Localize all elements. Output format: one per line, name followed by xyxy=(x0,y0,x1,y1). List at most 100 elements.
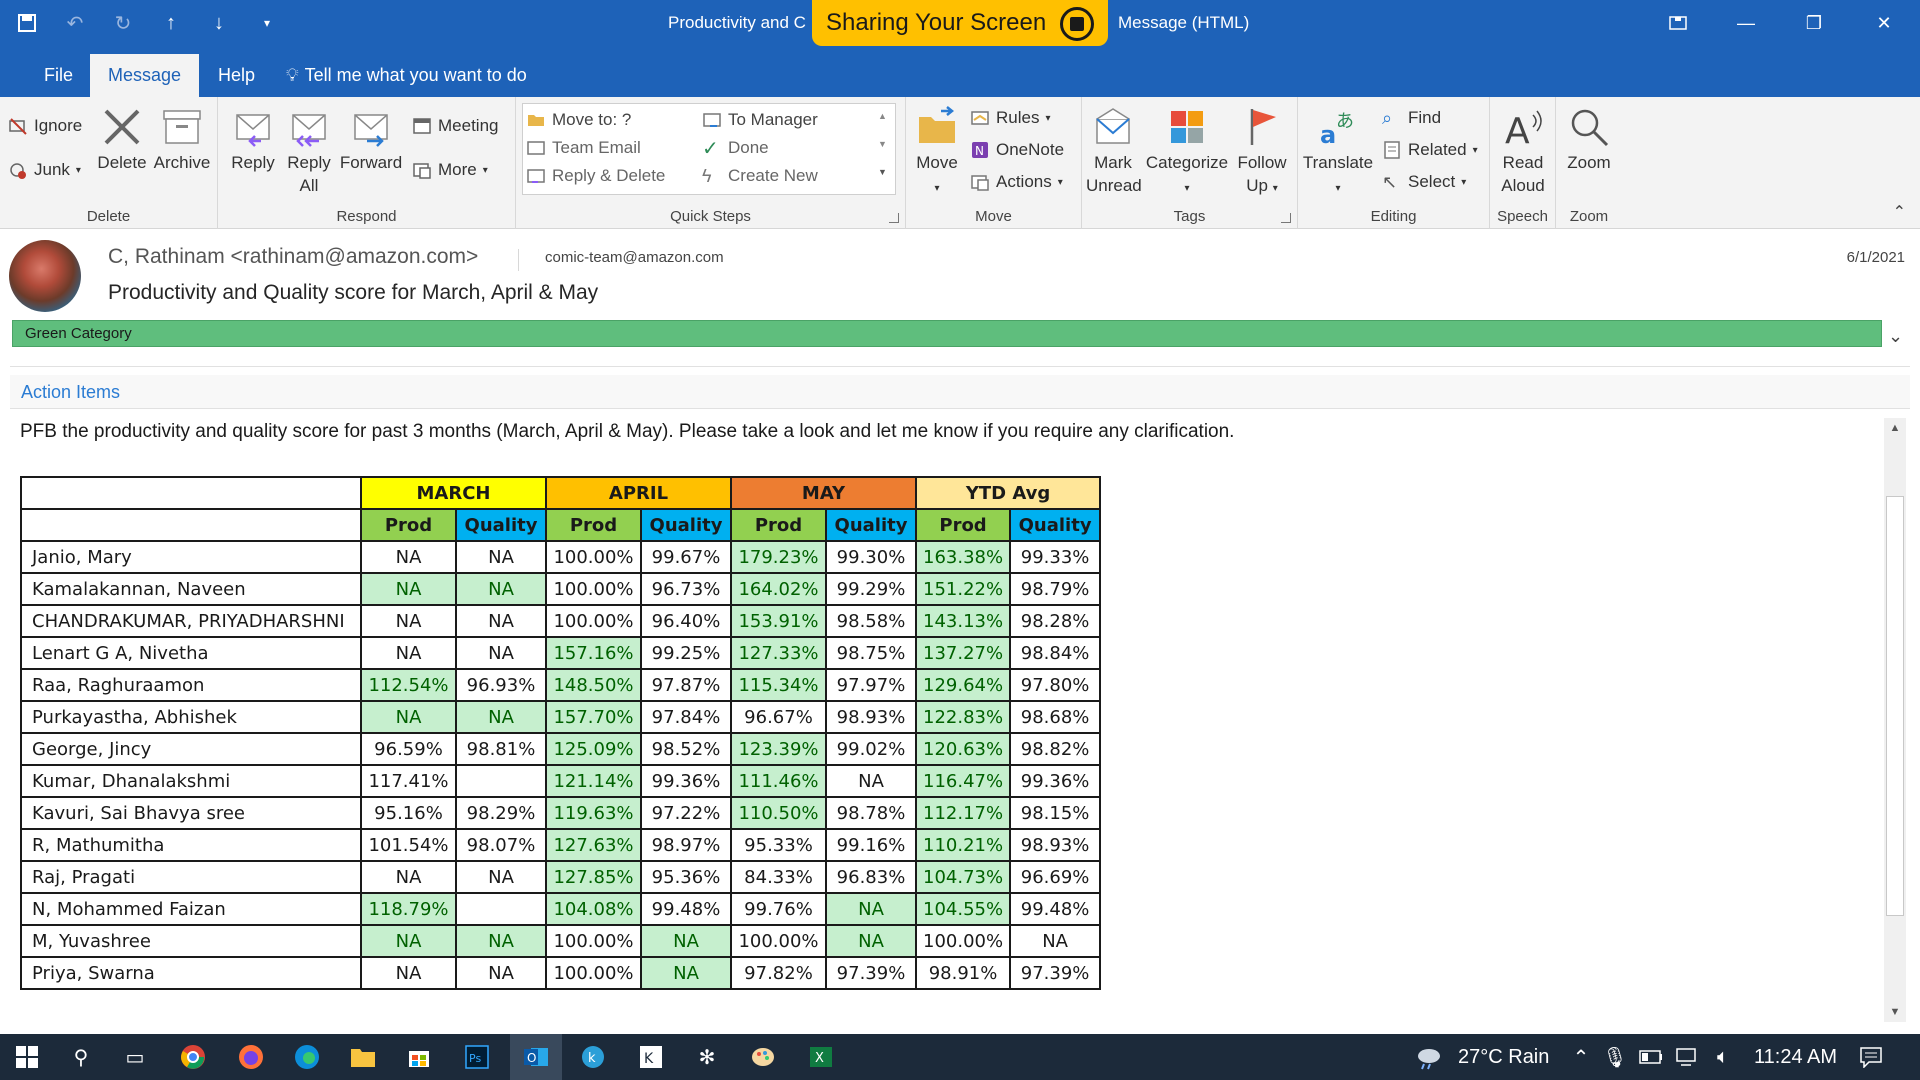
read-aloud-button[interactable]: A Read Aloud xyxy=(1494,105,1552,197)
related-button[interactable]: Related ▾ xyxy=(1382,137,1478,163)
quality-score-cell: NA xyxy=(640,956,732,990)
scroll-up-icon[interactable]: ▲ xyxy=(1884,418,1906,438)
category-bar[interactable]: Green Category xyxy=(12,320,1882,347)
outlook-icon[interactable]: O xyxy=(521,1042,551,1072)
quick-steps-scroll-down-icon[interactable]: ▼ xyxy=(878,139,887,149)
expand-header-icon[interactable]: ⌄ xyxy=(1888,326,1903,347)
mark-unread-button[interactable]: Mark Unread xyxy=(1086,105,1142,197)
prod-score-cell: 112.17% xyxy=(914,796,1012,830)
kdenlive-icon[interactable]: K xyxy=(636,1042,666,1072)
find-button[interactable]: ⌕ Find xyxy=(1382,105,1441,131)
minimize-icon[interactable]: — xyxy=(1712,0,1780,46)
recipient[interactable]: comic-team@amazon.com xyxy=(518,249,724,271)
meeting-button[interactable]: Meeting xyxy=(412,113,498,139)
quick-steps-scroll-up-icon[interactable]: ▲ xyxy=(878,111,887,121)
scroll-down-icon[interactable]: ▼ xyxy=(1884,1002,1906,1022)
save-icon[interactable] xyxy=(14,10,40,36)
stop-sharing-icon[interactable] xyxy=(1060,7,1094,41)
prod-score-cell: 100.00% xyxy=(545,956,642,990)
follow-up-label-2: Up xyxy=(1246,176,1268,195)
tab-file[interactable]: File xyxy=(26,54,91,97)
tell-me-label: Tell me what you want to do xyxy=(304,65,527,85)
app-k-icon[interactable]: k xyxy=(578,1042,608,1072)
quality-score-cell: NA xyxy=(455,956,547,990)
edge-icon[interactable] xyxy=(292,1042,322,1072)
snowflake-app-icon[interactable]: ✻ xyxy=(692,1042,722,1072)
undo-icon[interactable]: ↶ xyxy=(62,10,88,36)
quick-step-create-new[interactable]: ϟ Create New xyxy=(702,163,818,189)
move-button[interactable]: Move ▾ xyxy=(912,105,962,200)
quick-step-done[interactable]: ✓ Done xyxy=(702,135,769,161)
store-icon[interactable] xyxy=(404,1042,434,1072)
delete-button[interactable]: Delete xyxy=(96,105,148,174)
weather-icon[interactable] xyxy=(1414,1042,1444,1072)
restore-icon[interactable]: ❐ xyxy=(1780,0,1848,46)
photoshop-icon[interactable]: Ps xyxy=(462,1042,492,1072)
reply-all-button[interactable]: Reply All xyxy=(284,105,334,197)
chrome-icon[interactable] xyxy=(178,1042,208,1072)
search-icon[interactable]: ⚲ xyxy=(66,1042,96,1072)
customize-toolbar-icon[interactable]: ▾ xyxy=(254,10,280,36)
onenote-button[interactable]: N OneNote xyxy=(970,137,1064,163)
rules-button[interactable]: Rules ▾ xyxy=(970,105,1051,131)
prod-score-cell: 120.63% xyxy=(914,732,1012,766)
excel-icon[interactable]: X xyxy=(806,1042,836,1072)
actions-button[interactable]: Actions ▾ xyxy=(970,169,1063,195)
reading-pane-scrollbar[interactable]: ▲ ▼ xyxy=(1884,418,1906,1022)
forward-button[interactable]: Forward xyxy=(338,105,404,174)
score-table-body: Janio, Mary NA NA 100.00% 99.67% 179.23% 99.30… xyxy=(20,540,1102,990)
message-body-text: PFB the productivity and quality score f… xyxy=(20,421,1235,442)
paint-icon[interactable] xyxy=(748,1042,778,1072)
sender-avatar[interactable] xyxy=(9,240,81,312)
network-icon[interactable] xyxy=(1672,1042,1702,1072)
microphone-icon[interactable]: 🎙︎ xyxy=(1600,1042,1630,1072)
weather-text[interactable]: 27°C Rain xyxy=(1458,1046,1549,1069)
volume-icon[interactable]: 🔈︎ xyxy=(1708,1042,1738,1072)
ignore-button[interactable]: Ignore xyxy=(8,113,82,139)
zoom-button[interactable]: Zoom xyxy=(1560,105,1618,174)
junk-button[interactable]: Junk ▾ xyxy=(8,157,81,183)
next-item-icon[interactable]: ↓ xyxy=(206,10,232,36)
categorize-button[interactable]: Categorize ▾ xyxy=(1144,105,1230,200)
action-items-tab[interactable]: Action Items xyxy=(10,375,1910,409)
select-button[interactable]: ↖ Select ▾ xyxy=(1382,169,1466,195)
quick-step-team-email[interactable]: Team Email xyxy=(526,135,641,161)
employee-name-cell: CHANDRAKUMAR, PRIYADHARSHNI xyxy=(20,604,362,638)
tab-help[interactable]: Help xyxy=(200,54,273,97)
windows-start-icon[interactable] xyxy=(12,1042,42,1072)
checkmark-icon: ✓ xyxy=(702,137,719,160)
tell-me-search[interactable]: 💡︎ Tell me what you want to do xyxy=(286,54,527,97)
collapse-ribbon-icon[interactable]: ⌃ xyxy=(1893,202,1906,222)
previous-item-icon[interactable]: ↑ xyxy=(158,10,184,36)
reply-button[interactable]: Reply xyxy=(228,105,278,174)
table-row: Raa, Raghuraamon 112.54% 96.93% 148.50% 97.8… xyxy=(20,668,1102,702)
firefox-icon[interactable] xyxy=(236,1042,266,1072)
chevron-down-icon: ▾ xyxy=(75,164,81,176)
chevron-down-icon: ▾ xyxy=(934,183,940,194)
redo-icon[interactable]: ↻ xyxy=(110,10,136,36)
file-explorer-icon[interactable] xyxy=(348,1042,378,1072)
quick-step-to-manager[interactable]: To Manager xyxy=(702,107,818,133)
quick-step-reply-delete[interactable]: Reply & Delete xyxy=(526,163,665,189)
prod-score-cell: 119.63% xyxy=(545,796,642,830)
task-view-icon[interactable]: ▭ xyxy=(120,1042,150,1072)
tab-message[interactable]: Message xyxy=(90,54,200,97)
follow-up-button[interactable]: Follow Up ▾ xyxy=(1232,105,1292,200)
table-row: Kumar, Dhanalakshmi 117.41% 121.14% 99.36% 1… xyxy=(20,764,1102,798)
quick-step-move-to[interactable]: Move to: ? xyxy=(526,107,631,133)
notifications-icon[interactable] xyxy=(1856,1042,1886,1072)
chevron-up-icon[interactable]: ⌃ xyxy=(1566,1042,1596,1072)
more-respond-button[interactable]: More ▾ xyxy=(412,157,488,183)
find-label: Find xyxy=(1408,108,1442,127)
sender-name[interactable]: C, Rathinam <rathinam@amazon.com> xyxy=(108,245,478,269)
ribbon-display-options-icon[interactable] xyxy=(1644,0,1712,46)
translate-button[interactable]: aあ Translate ▾ xyxy=(1302,105,1374,200)
table-row: Lenart G A, Nivetha NA NA 157.16% 99.25% 127.… xyxy=(20,636,1102,670)
archive-button[interactable]: Archive xyxy=(150,105,214,174)
scroll-thumb[interactable] xyxy=(1886,496,1904,916)
battery-icon[interactable] xyxy=(1636,1042,1666,1072)
close-icon[interactable]: ✕ xyxy=(1850,0,1918,46)
prod-score-cell: 101.54% xyxy=(360,828,457,862)
quick-steps-more-icon[interactable]: ▼ xyxy=(878,167,887,177)
clock[interactable]: 11:24 AM xyxy=(1754,1046,1837,1069)
